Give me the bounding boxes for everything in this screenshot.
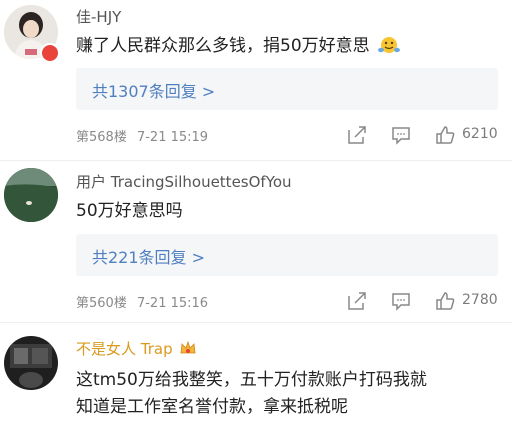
floor-number: 第560楼 bbox=[76, 296, 127, 311]
floor-and-time: 第568楼 7-21 15:19 bbox=[76, 126, 208, 145]
comment-text: 50万好意思吗 bbox=[76, 201, 183, 221]
like-count: 6210 bbox=[462, 126, 498, 142]
comment-icon[interactable] bbox=[390, 124, 412, 146]
like-count: 2780 bbox=[462, 292, 498, 308]
username[interactable]: 佳-HJY bbox=[76, 6, 121, 27]
post-time: 7-21 15:19 bbox=[136, 130, 209, 145]
comment-item: 佳-HJY 赚了人民群众那么多钱，捐50万好意思 共1307条回复 > 第568… bbox=[0, 0, 512, 160]
post-time: 7-21 15:16 bbox=[136, 296, 209, 311]
view-replies-link[interactable]: 共221条回复 > bbox=[92, 244, 205, 268]
view-replies-link[interactable]: 共1307条回复 > bbox=[92, 78, 215, 102]
replies-box[interactable]: 共1307条回复 > bbox=[76, 68, 498, 110]
comment-text-line-2: 知道是工作室名誉付款，拿来抵税呢 bbox=[76, 397, 348, 417]
avatar[interactable] bbox=[4, 168, 58, 222]
comment-text-line-1: 这tm50万给我整笑，五十万付款账户打码我就 bbox=[76, 370, 427, 390]
username-text: 不是女人 Trap bbox=[76, 340, 173, 358]
emoji-icon bbox=[378, 35, 401, 62]
comment-meta: 第560楼 7-21 15:16 2780 bbox=[76, 290, 506, 312]
share-icon[interactable] bbox=[346, 124, 368, 146]
vip-badge-icon bbox=[40, 43, 60, 63]
comment-text-content: 赚了人民群众那么多钱，捐50万好意思 bbox=[76, 36, 370, 56]
comment-meta: 第568楼 7-21 15:19 6210 bbox=[76, 124, 506, 146]
replies-box[interactable]: 共221条回复 > bbox=[76, 234, 498, 276]
share-icon[interactable] bbox=[346, 290, 368, 312]
like-icon[interactable] bbox=[434, 124, 456, 146]
comment-item: 用户 TracingSilhouettesOfYou 50万好意思吗 共221条… bbox=[0, 160, 512, 320]
username[interactable]: 不是女人 Trap bbox=[76, 338, 197, 361]
comment-icon[interactable] bbox=[390, 290, 412, 312]
comment-text: 赚了人民群众那么多钱，捐50万好意思 bbox=[76, 34, 401, 62]
like-icon[interactable] bbox=[434, 290, 456, 312]
floor-number: 第568楼 bbox=[76, 130, 127, 145]
floor-and-time: 第560楼 7-21 15:16 bbox=[76, 292, 208, 311]
comment-item: 不是女人 Trap 这tm50万给我整笑，五十万付款账户打码我就 知道是工作室名… bbox=[0, 322, 512, 425]
username[interactable]: 用户 TracingSilhouettesOfYou bbox=[76, 171, 292, 192]
crown-badge-icon bbox=[179, 339, 197, 361]
avatar[interactable] bbox=[4, 336, 58, 390]
